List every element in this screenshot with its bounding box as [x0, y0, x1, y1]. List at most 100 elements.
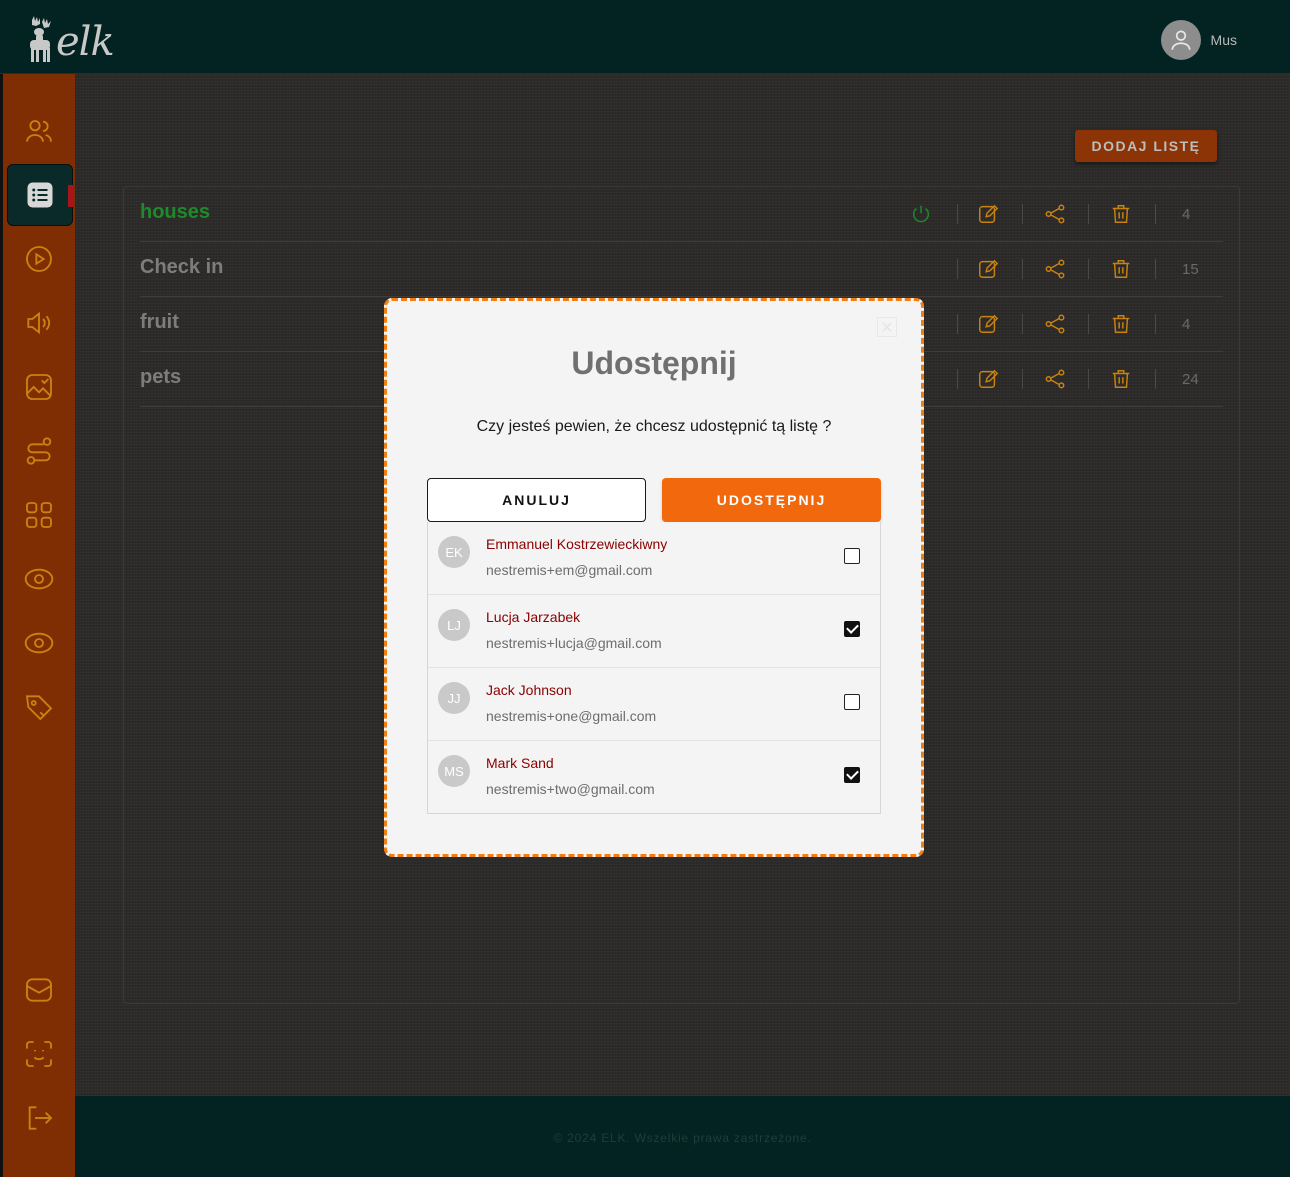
dialog-question: Czy jesteś pewien, że chcesz udostępnić … — [476, 418, 832, 435]
divider — [1022, 204, 1023, 224]
list-row[interactable]: houses 4 — [140, 187, 1223, 242]
sidebar-item-tags[interactable] — [9, 677, 69, 737]
list-row[interactable]: Check in 15 — [140, 242, 1223, 297]
logo[interactable]: elk — [26, 16, 115, 62]
share-icon[interactable] — [1044, 368, 1066, 390]
eye-icon — [24, 568, 54, 590]
eye-icon — [24, 632, 54, 654]
user-email: nestremis+two@gmail.com — [486, 781, 655, 797]
divider — [957, 259, 958, 279]
face-scan-icon — [26, 1041, 52, 1067]
dialog-title: Udostępnij — [571, 345, 737, 381]
list-name[interactable]: pets — [140, 366, 181, 389]
sidebar-item-face-id[interactable] — [9, 1024, 69, 1084]
divider — [957, 369, 958, 389]
user-full-name: Mark Sand — [486, 755, 554, 771]
user-email: nestremis+one@gmail.com — [486, 708, 657, 724]
divider — [1088, 204, 1089, 224]
trash-icon[interactable] — [1110, 313, 1132, 335]
share-button[interactable]: UDOSTĘPNIJ — [662, 478, 881, 522]
avatar[interactable] — [1160, 20, 1201, 60]
share-dialog: × Udostępnij Czy jesteś pewien, że chces… — [384, 298, 924, 857]
trash-icon[interactable] — [1110, 368, 1132, 390]
divider — [957, 204, 958, 224]
list-item[interactable]: EK Emmanuel Kostrzewieckiwny nestremis+e… — [428, 522, 880, 595]
sidebar-item-audio[interactable] — [9, 293, 69, 353]
edit-icon[interactable] — [977, 368, 999, 390]
sidebar-item-users[interactable] — [9, 101, 69, 161]
list-name[interactable]: Check in — [140, 256, 223, 279]
avatar: LJ — [438, 609, 470, 641]
avatar: MS — [438, 755, 470, 787]
divider — [957, 314, 958, 334]
divider — [1022, 259, 1023, 279]
user-select-checkbox[interactable] — [844, 548, 860, 564]
add-list-button[interactable]: DODAJ LISTĘ — [1075, 130, 1217, 162]
speaker-icon — [27, 311, 51, 335]
user-full-name: Lucja Jarzabek — [486, 609, 581, 625]
mail-icon — [26, 978, 52, 1002]
cancel-button[interactable]: ANULUJ — [427, 478, 646, 522]
logout-icon — [28, 1106, 53, 1130]
sidebar-item-play[interactable] — [9, 229, 69, 289]
divider — [1155, 204, 1156, 224]
sidebar-item-apps[interactable] — [9, 485, 69, 545]
tag-icon — [25, 695, 53, 721]
elk-logo-icon — [30, 16, 51, 62]
list-item[interactable]: MS Mark Sand nestremis+two@gmail.com — [428, 741, 880, 814]
route-icon — [26, 437, 52, 465]
edit-icon[interactable] — [977, 313, 999, 335]
sidebar-item-messages[interactable] — [9, 960, 69, 1020]
top-bar: elk Mus — [0, 0, 1290, 74]
divider — [1022, 314, 1023, 334]
trash-icon[interactable] — [1110, 258, 1132, 280]
user-name: Mus — [1210, 32, 1237, 48]
divider — [1155, 314, 1156, 334]
list-item[interactable]: JJ Jack Johnson nestremis+one@gmail.com — [428, 668, 880, 741]
sidebar-item-view-1[interactable] — [9, 549, 69, 609]
sidebar-item-view-2[interactable] — [9, 613, 69, 673]
footer: © 2024 ELK. Wszelkie prawa zastrzeżone. — [75, 1096, 1290, 1177]
item-count: 24 — [1182, 371, 1199, 388]
close-icon[interactable]: × — [877, 317, 897, 338]
list-name[interactable]: fruit — [140, 311, 179, 334]
divider — [1155, 369, 1156, 389]
user-full-name: Jack Johnson — [486, 682, 572, 698]
user-avatar-icon — [1171, 30, 1191, 50]
edit-icon[interactable] — [977, 203, 999, 225]
divider — [1155, 259, 1156, 279]
avatar: EK — [438, 536, 470, 568]
user-menu[interactable]: Mus — [1160, 20, 1237, 60]
user-email: nestremis+em@gmail.com — [486, 562, 653, 578]
sidebar — [3, 74, 75, 1177]
divider — [1088, 369, 1089, 389]
item-count: 4 — [1182, 316, 1191, 333]
user-list: EK Emmanuel Kostrzewieckiwny nestremis+e… — [427, 522, 881, 814]
divider — [1088, 259, 1089, 279]
user-select-checkbox[interactable] — [844, 767, 860, 783]
item-count: 15 — [1182, 261, 1199, 278]
list-name[interactable]: houses — [140, 201, 210, 224]
apps-grid-icon — [26, 502, 52, 528]
share-icon[interactable] — [1044, 203, 1066, 225]
image-check-icon — [26, 374, 52, 400]
item-count: 4 — [1182, 206, 1191, 223]
share-icon[interactable] — [1044, 313, 1066, 335]
share-icon[interactable] — [1044, 258, 1066, 280]
avatar: JJ — [438, 682, 470, 714]
edit-icon[interactable] — [977, 258, 999, 280]
user-full-name: Emmanuel Kostrzewieckiwny — [486, 536, 668, 552]
sidebar-item-routes[interactable] — [9, 421, 69, 481]
user-select-checkbox[interactable] — [844, 694, 860, 710]
list-item[interactable]: LJ Lucja Jarzabek nestremis+lucja@gmail.… — [428, 595, 880, 668]
power-icon[interactable] — [910, 203, 932, 225]
trash-icon[interactable] — [1110, 203, 1132, 225]
sidebar-item-images[interactable] — [9, 357, 69, 417]
sidebar-item-logout[interactable] — [9, 1088, 69, 1148]
play-circle-icon — [26, 246, 52, 272]
user-select-checkbox[interactable] — [844, 621, 860, 637]
list-icon — [27, 182, 53, 208]
sidebar-item-lists[interactable] — [7, 164, 73, 226]
divider — [1088, 314, 1089, 334]
users-icon — [26, 120, 52, 142]
